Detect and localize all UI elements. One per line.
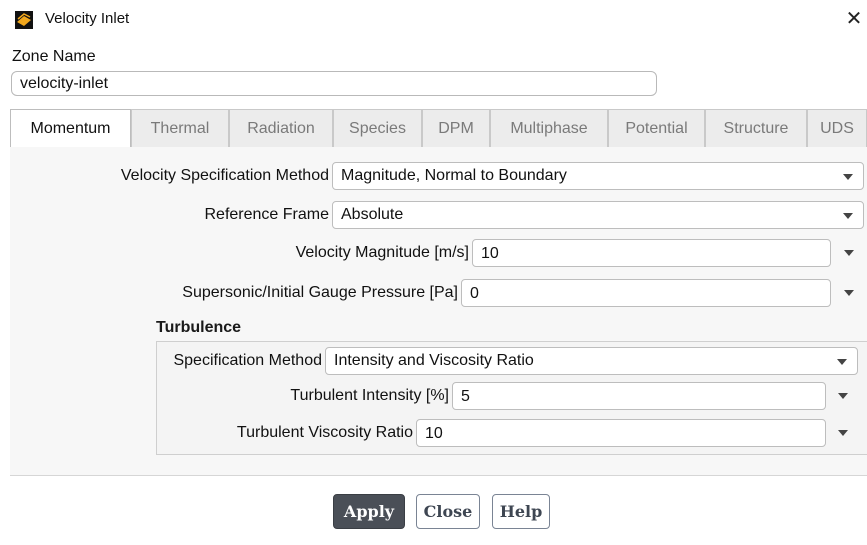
- tab-uds[interactable]: UDS: [807, 109, 867, 147]
- tab-radiation[interactable]: Radiation: [229, 109, 333, 147]
- turbulence-heading: Turbulence: [156, 319, 242, 336]
- ansys-fluent-icon: [15, 11, 33, 29]
- gauge-pressure-input[interactable]: 0: [461, 279, 831, 307]
- velocity-spec-method-dropdown[interactable]: Magnitude, Normal to Boundary: [332, 162, 864, 190]
- turbulent-intensity-options-icon[interactable]: [838, 393, 848, 399]
- velocity-spec-method-value: Magnitude, Normal to Boundary: [341, 167, 567, 184]
- reference-frame-value: Absolute: [341, 206, 404, 223]
- zone-name-label: Zone Name: [12, 48, 96, 65]
- turbulent-intensity-input[interactable]: 5: [452, 382, 826, 410]
- window-title: Velocity Inlet: [45, 10, 130, 27]
- help-button[interactable]: Help: [492, 494, 550, 529]
- turbulence-spec-method-dropdown[interactable]: Intensity and Viscosity Ratio: [325, 347, 858, 375]
- close-button[interactable]: Close: [416, 494, 480, 529]
- chevron-down-icon: [843, 213, 853, 219]
- apply-button[interactable]: Apply: [333, 494, 405, 529]
- tab-multiphase[interactable]: Multiphase: [490, 109, 608, 147]
- turbulent-viscosity-ratio-label: Turbulent Viscosity Ratio: [236, 424, 413, 441]
- velocity-magnitude-options-icon[interactable]: [844, 250, 854, 256]
- gauge-pressure-label: Supersonic/Initial Gauge Pressure [Pa]: [182, 284, 458, 301]
- velocity-spec-method-label: Velocity Specification Method: [120, 167, 329, 184]
- zone-name-input[interactable]: velocity-inlet: [11, 71, 657, 96]
- tab-momentum[interactable]: Momentum: [10, 109, 131, 148]
- title-bar: Velocity Inlet ✕: [0, 0, 867, 40]
- tab-structure[interactable]: Structure: [705, 109, 807, 147]
- tab-bar: Momentum Thermal Radiation Species DPM M…: [10, 109, 867, 148]
- reference-frame-dropdown[interactable]: Absolute: [332, 201, 864, 229]
- chevron-down-icon: [837, 359, 847, 365]
- tab-species[interactable]: Species: [333, 109, 422, 147]
- tab-dpm[interactable]: DPM: [422, 109, 490, 147]
- gauge-pressure-options-icon[interactable]: [844, 290, 854, 296]
- close-icon[interactable]: ✕: [843, 6, 865, 32]
- tab-thermal[interactable]: Thermal: [131, 109, 229, 147]
- velocity-magnitude-label: Velocity Magnitude [m/s]: [295, 244, 469, 261]
- chevron-down-icon: [843, 174, 853, 180]
- turbulent-intensity-label: Turbulent Intensity [%]: [290, 387, 449, 404]
- turbulence-spec-method-label: Specification Method: [173, 352, 322, 369]
- velocity-magnitude-input[interactable]: 10: [472, 239, 831, 267]
- tab-potential[interactable]: Potential: [608, 109, 705, 147]
- turbulent-viscosity-ratio-options-icon[interactable]: [838, 430, 848, 436]
- reference-frame-label: Reference Frame: [204, 206, 330, 223]
- turbulence-spec-method-value: Intensity and Viscosity Ratio: [334, 352, 534, 369]
- turbulent-viscosity-ratio-input[interactable]: 10: [416, 419, 826, 447]
